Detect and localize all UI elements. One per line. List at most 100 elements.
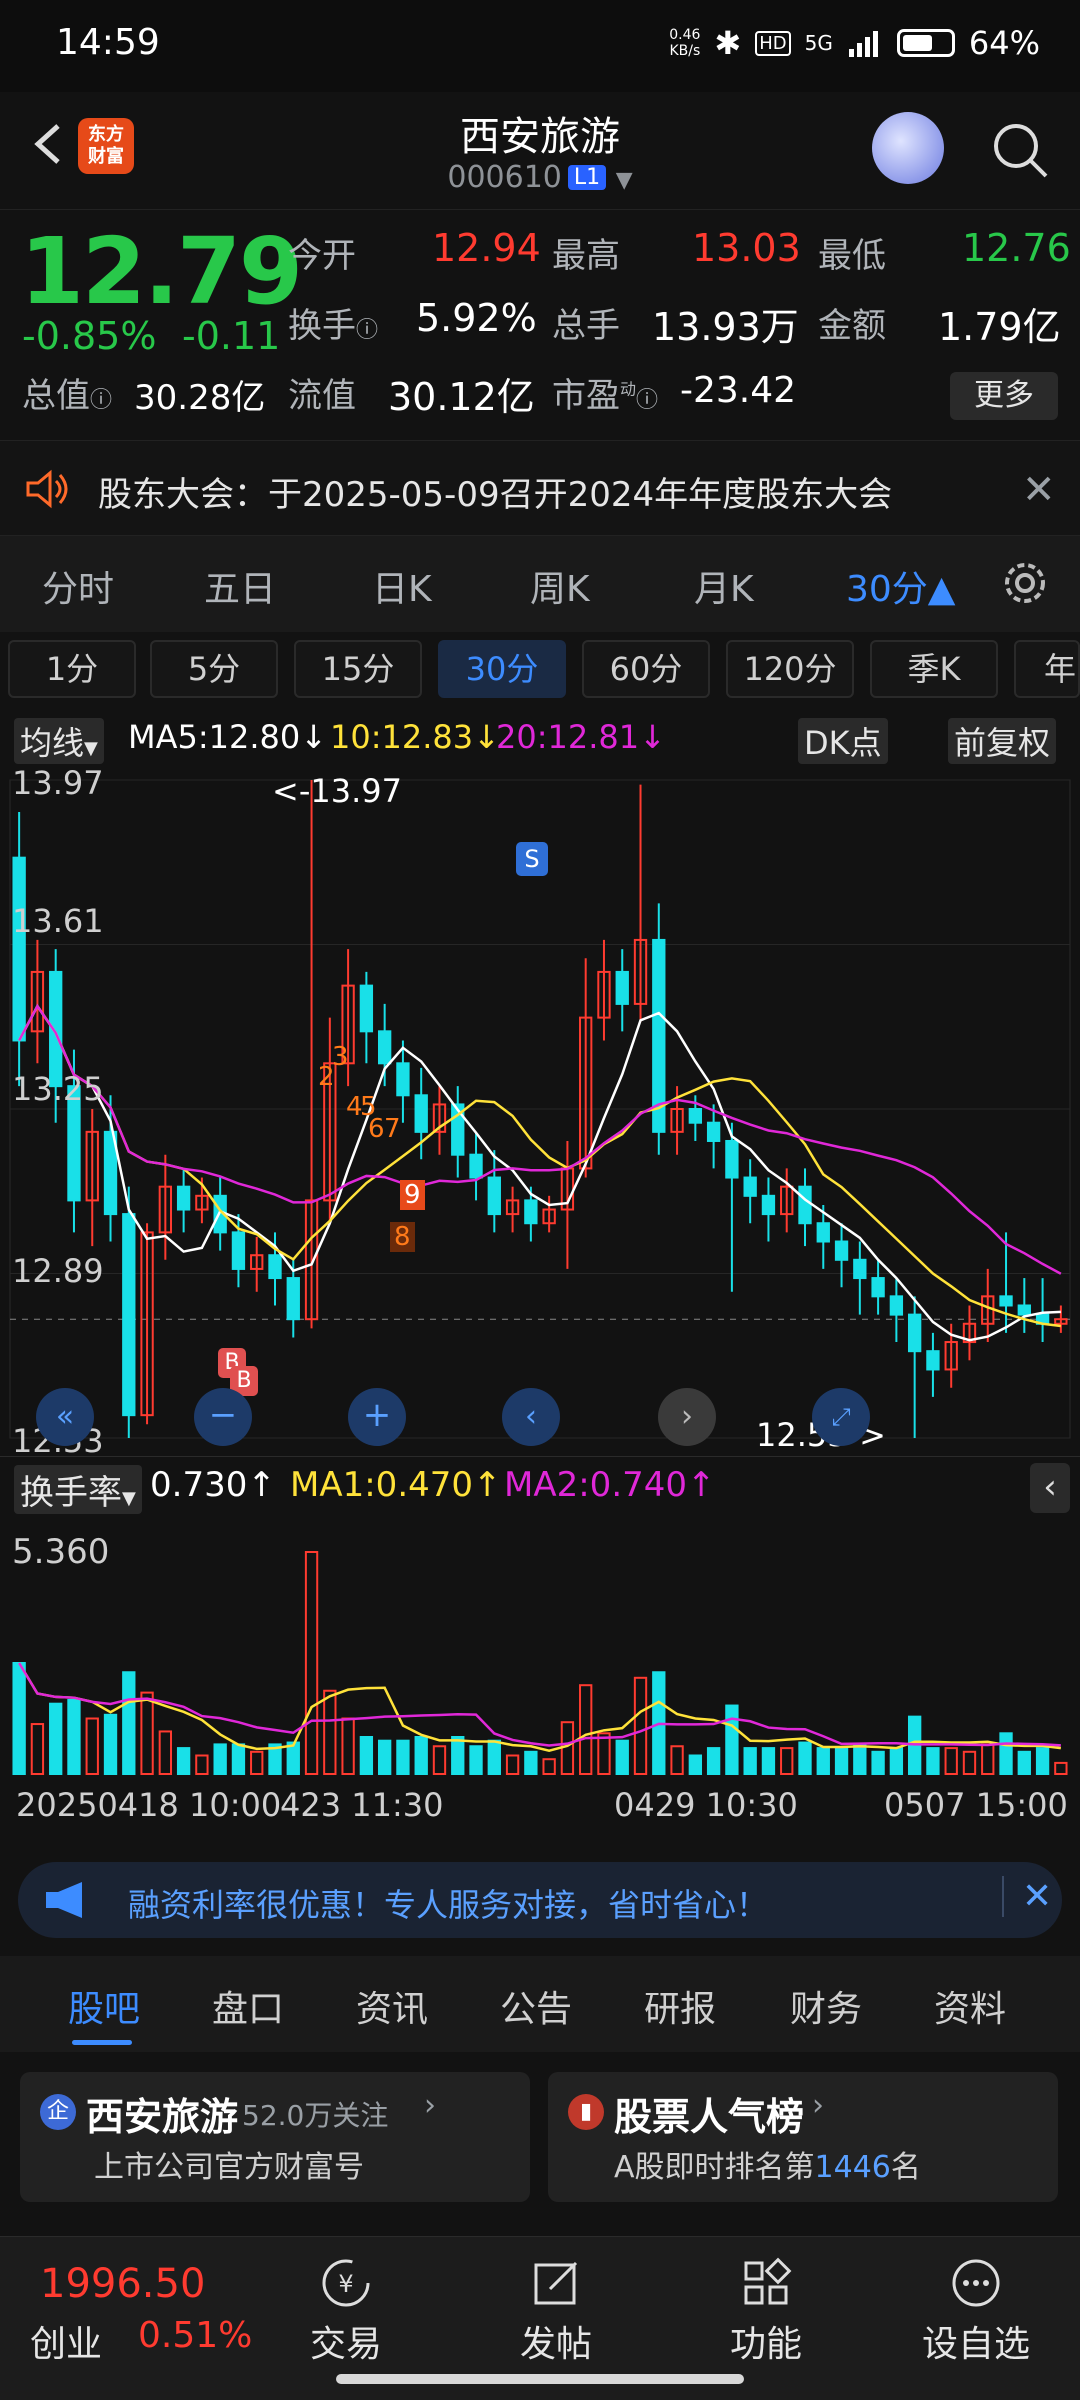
index-name[interactable]: 创业 xyxy=(30,2315,102,2367)
tab-news[interactable]: 资讯 xyxy=(356,1980,428,2032)
seq-marker: 3 xyxy=(332,1042,349,1072)
turnover-bar xyxy=(414,1736,428,1775)
adjust-button[interactable]: 前复权 xyxy=(948,718,1057,764)
caret-down-icon: ▼ xyxy=(84,738,98,759)
pct-change: -0.85% xyxy=(22,314,157,358)
tab-year-k[interactable]: 年 xyxy=(1014,640,1080,698)
tab-financials[interactable]: 财务 xyxy=(790,1980,862,2032)
candle-body xyxy=(706,1121,721,1142)
mktcap-label[interactable]: 总值ⓘ xyxy=(22,368,112,417)
tab-30min-sub[interactable]: 30分 xyxy=(438,640,566,698)
seq-marker: 8 xyxy=(390,1222,415,1252)
chevron-right-icon[interactable]: › xyxy=(658,1388,716,1446)
high-label: 最高 xyxy=(552,236,620,276)
zoom-in-icon[interactable]: + xyxy=(348,1388,406,1446)
tab-profile[interactable]: 资料 xyxy=(934,1980,1006,2032)
turnover-bar xyxy=(579,1684,593,1775)
tab-intraday[interactable]: 分时 xyxy=(42,560,114,612)
tab-weekly-k[interactable]: 周K xyxy=(530,560,590,612)
nav-post-label: 发帖 xyxy=(519,2324,592,2365)
volume-label: 总手 xyxy=(552,306,620,346)
stock-header: 东方 财富 西安旅游 000610 L1 ▼ xyxy=(0,92,1080,210)
svg-text:¥: ¥ xyxy=(338,2270,353,2298)
nav-trade[interactable]: ¥ 交易 xyxy=(276,2251,416,2367)
search-icon[interactable] xyxy=(988,118,1052,182)
tab-research[interactable]: 研报 xyxy=(644,1980,716,2032)
turnover-bar xyxy=(615,1739,629,1775)
indicator-selector[interactable]: 换手率▼ xyxy=(14,1465,142,1514)
y-label-2: 13.61 xyxy=(12,902,104,940)
follow-count: 52.0万关注 xyxy=(242,2099,389,2132)
tab-quarter-k[interactable]: 季K xyxy=(870,640,998,698)
turnover-bar xyxy=(780,1747,794,1776)
chevron-left-icon[interactable]: ‹ xyxy=(1030,1463,1070,1513)
assistant-robot-icon[interactable] xyxy=(872,112,944,184)
tab-5min[interactable]: 5分 xyxy=(150,640,278,698)
close-icon[interactable]: ✕ xyxy=(1022,467,1056,513)
tab-120min[interactable]: 120分 xyxy=(726,640,854,698)
turnover-bar xyxy=(816,1747,830,1776)
candle-body xyxy=(1017,1304,1031,1316)
candle-body xyxy=(853,1258,867,1280)
signal-bars-icon xyxy=(848,31,878,57)
nav-function-label: 功能 xyxy=(729,2324,802,2365)
candle-body xyxy=(469,1153,483,1179)
index-value[interactable]: 1996.50 xyxy=(40,2261,205,2307)
date-tick: 20250418 10:00 xyxy=(16,1786,282,1824)
scroll-start-icon[interactable]: « xyxy=(36,1388,94,1446)
nav-post[interactable]: 发帖 xyxy=(486,2251,626,2367)
turnover-bar xyxy=(871,1750,885,1776)
active-tab-indicator xyxy=(72,2040,132,2045)
tab-monthly-k[interactable]: 月K xyxy=(694,560,754,612)
turnover-ma-line xyxy=(18,1662,1062,1752)
notice-bar[interactable]: 股东大会：于2025-05-09召开2024年年度股东大会 ✕ xyxy=(0,440,1080,536)
kline-chart[interactable]: 13.97 13.61 13.25 12.89 12.53 <-13.97 12… xyxy=(0,762,1080,1460)
turnover-bar xyxy=(49,1702,63,1775)
pe-label[interactable]: 市盈动ⓘ xyxy=(552,368,658,417)
ma-legend: 均线▼ MA5:12.80↓ 10:12.83↓ 20:12.81↓ DK点 前… xyxy=(0,712,1080,764)
tab-orderbook[interactable]: 盘口 xyxy=(212,1980,284,2032)
tab-forum[interactable]: 股吧 xyxy=(68,1980,140,2032)
date-axis: 20250418 10:00 423 11:30 0429 10:30 0507… xyxy=(0,1780,1080,1830)
fullscreen-icon[interactable]: ⤢ xyxy=(812,1388,870,1446)
nav-watchlist-label: 设自选 xyxy=(921,2324,1030,2365)
rank-prefix: A股即时排名第 xyxy=(614,2150,815,2185)
turnover-label[interactable]: 换手ⓘ xyxy=(288,298,378,347)
turnover-bar xyxy=(1017,1750,1031,1776)
tab-30min[interactable]: 30分▲ xyxy=(846,560,956,612)
tab-60min[interactable]: 60分 xyxy=(582,640,710,698)
caret-down-icon: ▼ xyxy=(615,168,633,193)
promo-banner[interactable]: 融资利率很优惠！专人服务对接，省时省心！ ✕ xyxy=(18,1862,1062,1938)
turnover-bar xyxy=(834,1747,849,1776)
tab-1min[interactable]: 1分 xyxy=(8,640,136,698)
close-icon[interactable]: ✕ xyxy=(1002,1876,1052,1917)
notice-text: 股东大会：于2025-05-09召开2024年年度股东大会 xyxy=(98,475,893,515)
turnover-bar xyxy=(451,1736,465,1775)
nav-watchlist[interactable]: 设自选 xyxy=(906,2251,1046,2367)
zoom-out-icon[interactable]: − xyxy=(194,1388,252,1446)
home-indicator[interactable] xyxy=(336,2374,744,2384)
tab-announcements[interactable]: 公告 xyxy=(500,1980,572,2032)
tab-daily-k[interactable]: 日K xyxy=(372,560,432,612)
turnover-chart[interactable]: 5.360 xyxy=(0,1512,1080,1780)
sell-marker[interactable]: S xyxy=(516,842,548,876)
turnover-bar xyxy=(597,1732,611,1776)
mktcap-value: 30.28亿 xyxy=(134,378,266,418)
dk-point-button[interactable]: DK点 xyxy=(798,718,888,764)
index-pct[interactable]: 0.51% xyxy=(138,2315,252,2356)
candle-body xyxy=(524,1199,538,1225)
tab-five-day[interactable]: 五日 xyxy=(204,560,276,612)
company-badge-icon: 企 xyxy=(40,2094,76,2130)
more-button[interactable]: 更多 xyxy=(950,372,1058,420)
company-account-card[interactable]: 企 西安旅游 52.0万关注 › 上市公司官方财富号 xyxy=(20,2072,530,2202)
gear-icon[interactable] xyxy=(1000,558,1050,608)
nav-function[interactable]: 功能 xyxy=(696,2251,836,2367)
tab-15min[interactable]: 15分 xyxy=(294,640,422,698)
turnover-bar xyxy=(798,1741,812,1776)
turnover-bar xyxy=(542,1758,556,1775)
pe-value: -23.42 xyxy=(680,370,797,411)
turnover-bar xyxy=(396,1739,410,1775)
chevron-left-icon[interactable]: ‹ xyxy=(502,1388,560,1446)
popularity-card[interactable]: ▮ 股票人气榜 › A股即时排名第1446名 xyxy=(548,2072,1058,2202)
ma-selector[interactable]: 均线▼ xyxy=(14,718,104,764)
